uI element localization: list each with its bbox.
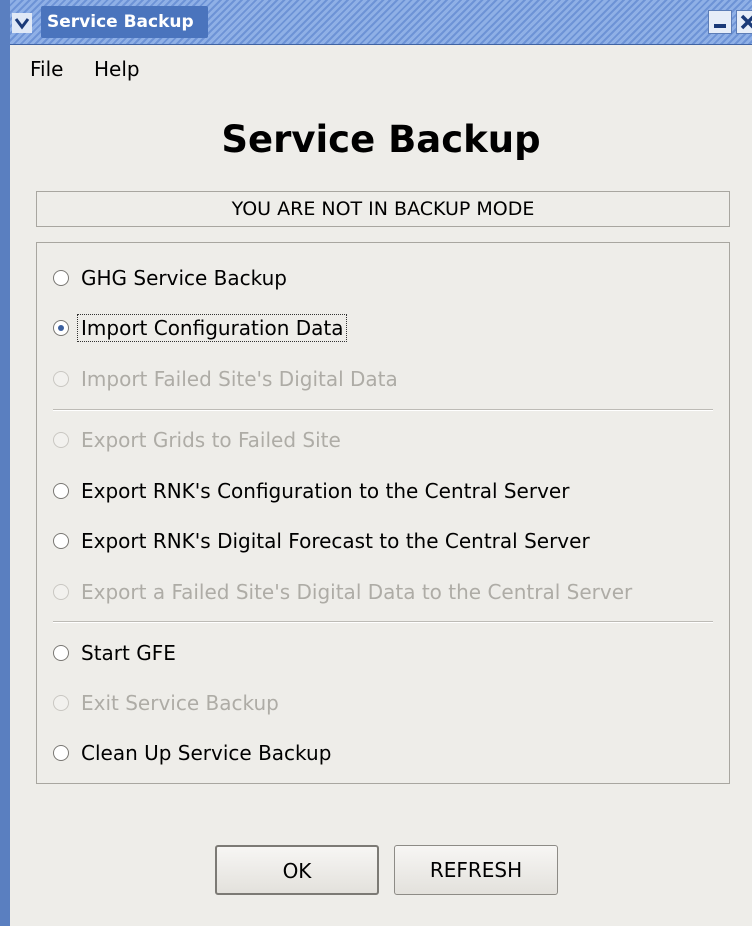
option-label: Clean Up Service Backup (81, 741, 332, 765)
minimize-button[interactable] (708, 10, 732, 34)
option-start-gfe[interactable]: Start GFE (53, 637, 176, 669)
option-label: GHG Service Backup (81, 266, 287, 290)
menu-file[interactable]: File (30, 57, 63, 81)
backup-options-group: GHG Service Backup Import Configuration … (36, 242, 730, 784)
menu-help[interactable]: Help (94, 57, 140, 81)
option-label: Export a Failed Site's Digital Data to t… (81, 580, 633, 604)
separator (53, 409, 713, 411)
option-exit-service-backup: Exit Service Backup (53, 687, 279, 719)
option-import-failed-site-digital-data: Import Failed Site's Digital Data (53, 363, 398, 395)
option-label: Export RNK's Configuration to the Centra… (81, 479, 570, 503)
window-menu-chevron-icon[interactable] (12, 13, 32, 33)
radio-button-disabled (53, 695, 69, 711)
radio-button[interactable] (53, 483, 69, 499)
option-clean-up-service-backup[interactable]: Clean Up Service Backup (53, 737, 331, 769)
option-ghg-service-backup[interactable]: GHG Service Backup (53, 262, 287, 294)
radio-button-disabled (53, 371, 69, 387)
service-backup-window: Service Backup File Help Service Backup … (0, 0, 752, 926)
close-button[interactable] (736, 10, 752, 34)
radio-button[interactable] (53, 270, 69, 286)
minimize-icon (714, 24, 726, 28)
option-export-digital-forecast-central[interactable]: Export RNK's Digital Forecast to the Cen… (53, 525, 590, 557)
option-label: Export RNK's Digital Forecast to the Cen… (81, 529, 590, 553)
radio-button-disabled (53, 584, 69, 600)
page-title: Service Backup (221, 118, 541, 161)
option-export-failed-site-data-central: Export a Failed Site's Digital Data to t… (53, 576, 632, 608)
ok-button[interactable]: OK (215, 845, 379, 895)
title-bar[interactable]: Service Backup (10, 0, 752, 45)
option-export-grids-to-failed-site: Export Grids to Failed Site (53, 424, 341, 456)
radio-button[interactable] (53, 745, 69, 761)
backup-mode-status: YOU ARE NOT IN BACKUP MODE (36, 191, 730, 227)
radio-button-selected[interactable] (53, 320, 69, 336)
option-label: Export Grids to Failed Site (81, 428, 341, 452)
option-label: Start GFE (81, 641, 176, 665)
window-title: Service Backup (41, 6, 208, 38)
option-label: Import Configuration Data (77, 314, 348, 342)
menu-bar: File Help (10, 45, 752, 95)
separator (53, 621, 713, 623)
refresh-button[interactable]: REFRESH (394, 845, 558, 895)
option-label: Import Failed Site's Digital Data (81, 367, 398, 391)
radio-button-disabled (53, 432, 69, 448)
radio-button[interactable] (53, 645, 69, 661)
option-export-configuration-central[interactable]: Export RNK's Configuration to the Centra… (53, 475, 569, 507)
option-import-configuration-data[interactable]: Import Configuration Data (53, 312, 348, 344)
option-label: Exit Service Backup (81, 691, 279, 715)
radio-button[interactable] (53, 533, 69, 549)
close-icon (740, 14, 752, 30)
